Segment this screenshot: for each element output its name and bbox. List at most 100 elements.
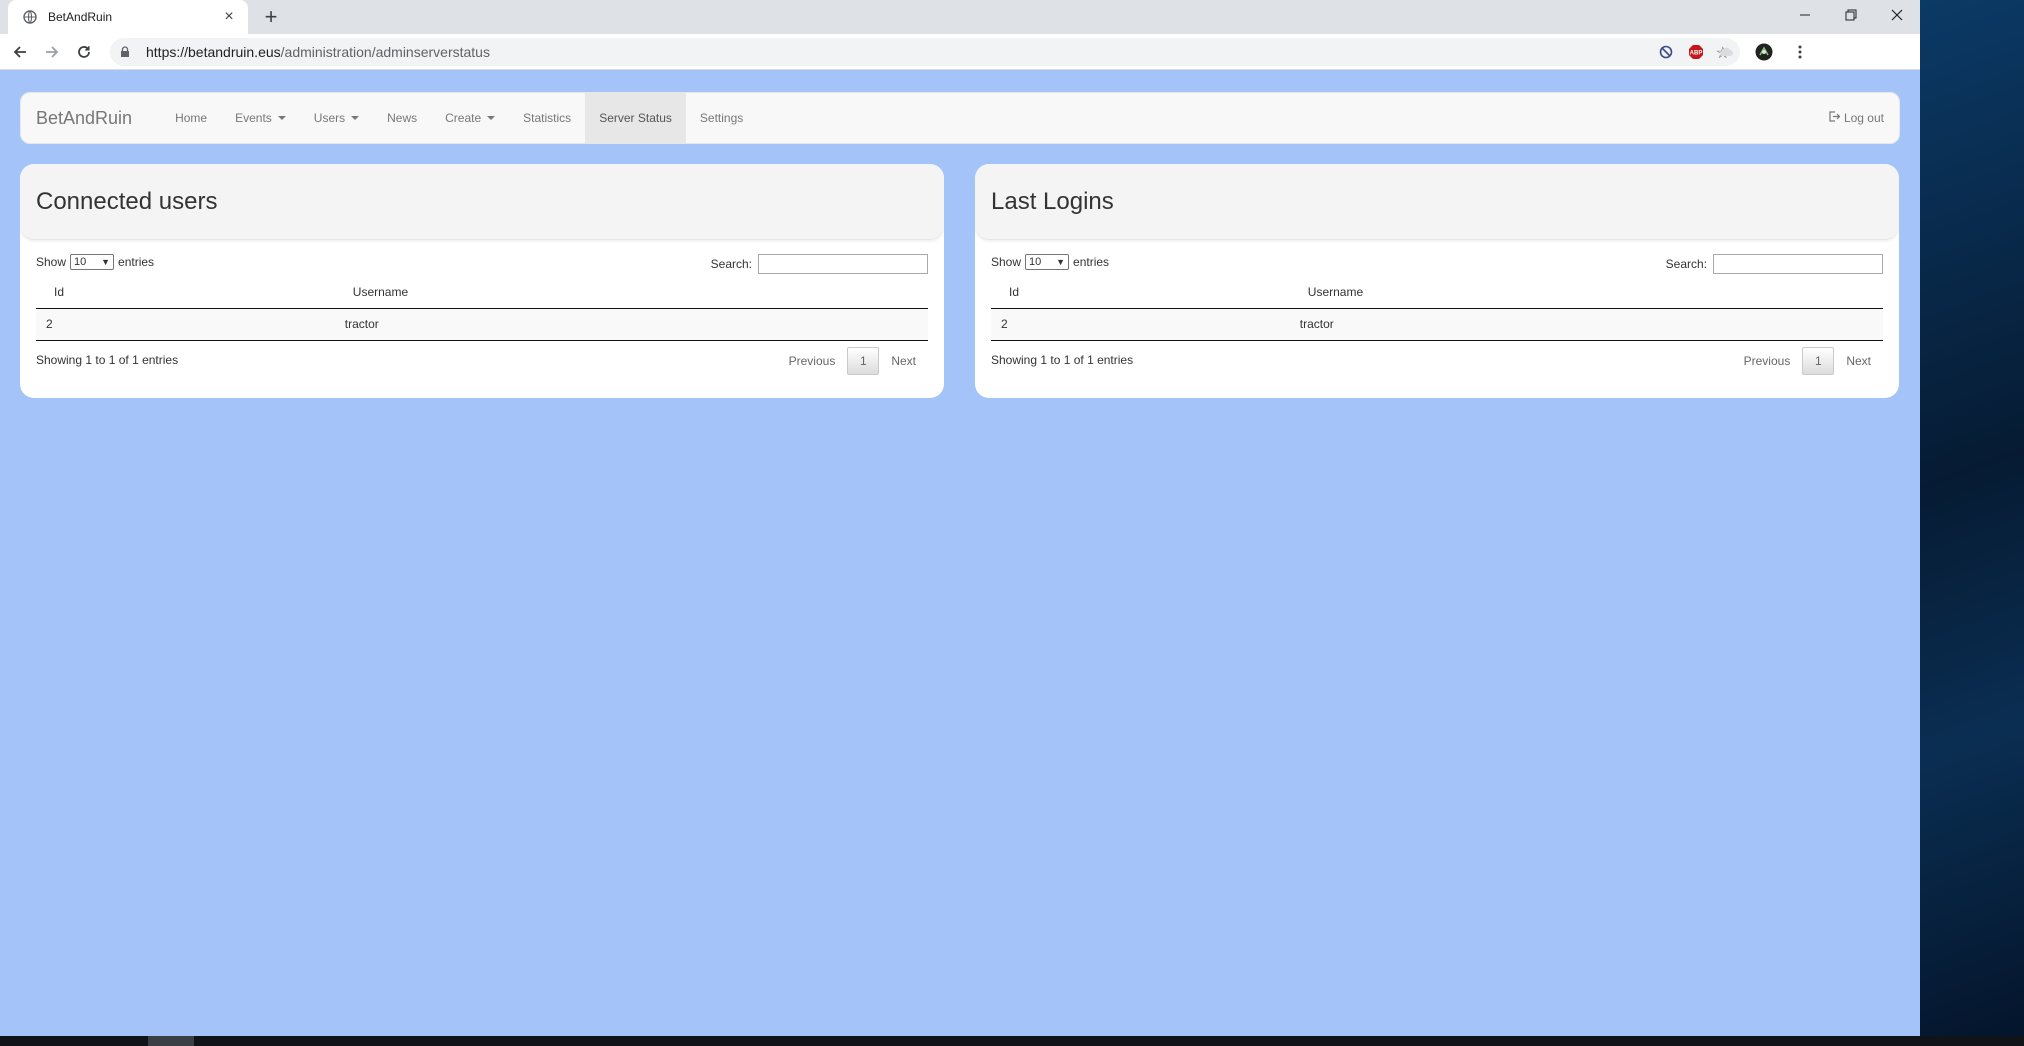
logout-link[interactable]: Log out [1815,93,1899,143]
nav-server-status[interactable]: Server Status [585,93,686,143]
forward-arrow-icon[interactable] [40,40,64,64]
table-row: 2 tractor [991,308,1883,341]
cell-username: tractor [1289,308,1883,341]
panel-title: Last Logins [991,187,1114,215]
page-1-button[interactable]: 1 [1802,346,1835,375]
url-text: https://betandruin.eus/administration/ad… [146,44,490,60]
tab-title: BetAndRuin [48,10,113,24]
cell-id: 2 [991,308,1290,341]
table-header-row: Id Username [991,276,1883,309]
search-input[interactable] [1713,254,1883,274]
show-label: Show [36,255,67,269]
block-extension-icon[interactable] [1656,42,1676,62]
panel-body: Show 10 ▼ entries Search: Id Username 2 … [20,240,944,375]
caret-down-icon [487,116,496,120]
entries-select-value: 10 [74,256,87,268]
column-header-id[interactable]: Id [991,276,1290,309]
browser-toolbar: https://betandruin.eus/administration/ad… [0,34,1920,70]
nav-events-dropdown[interactable]: Events [221,93,300,143]
search-label: Search: [1665,257,1707,271]
nav-statistics[interactable]: Statistics [509,93,585,143]
menu-kebab-icon[interactable] [1790,42,1810,62]
search-input[interactable] [758,254,928,274]
nav-news[interactable]: News [373,93,431,143]
nav-home[interactable]: Home [161,93,221,143]
table-header-row: Id Username [36,276,928,309]
restore-icon[interactable] [1828,0,1874,30]
nav-users-dropdown[interactable]: Users [300,93,373,143]
panel-title: Connected users [36,187,218,215]
table-row: 2 tractor [36,308,928,341]
globe-icon [22,9,38,25]
profile-avatar-icon[interactable] [1754,42,1774,62]
pagination: Previous 1 Next [1732,346,1883,375]
pagination: Previous 1 Next [777,346,928,375]
svg-text:ABP: ABP [1690,51,1703,57]
column-header-id[interactable]: Id [36,276,335,309]
page-content: BetAndRuin Home Events Users News Create… [0,70,1920,1036]
next-button[interactable]: Next [879,349,928,373]
entries-select[interactable]: 10 ▼ [1025,254,1070,270]
table-info: Showing 1 to 1 of 1 entries [991,352,1134,367]
connected-users-panel: Connected users Show 10 ▼ entries Search: [20,164,944,398]
panel-header: Connected users [20,164,944,240]
entries-label: entries [1073,255,1110,269]
back-arrow-icon[interactable] [8,40,32,64]
nav-create-dropdown[interactable]: Create [431,93,509,143]
entries-length: Show 10 ▼ entries [36,254,154,270]
cell-id: 2 [36,308,335,341]
entries-length: Show 10 ▼ entries [991,254,1109,270]
adblock-extension-icon[interactable]: ABP [1686,42,1706,62]
table-controls: Show 10 ▼ entries Search: [36,240,928,276]
connected-users-table: Id Username 2 tractor [36,276,928,341]
caret-down-icon [351,116,360,120]
search-label: Search: [710,257,752,271]
next-button[interactable]: Next [1834,349,1883,373]
cloud-extension-icon[interactable] [1716,42,1736,62]
nav-statistics-label: Statistics [523,111,572,125]
browser-tab[interactable]: BetAndRuin × [8,0,248,34]
close-window-icon[interactable] [1874,0,1920,30]
browser-window: BetAndRuin × + https://betandruin.eus/ad… [0,0,1920,1036]
new-tab-button[interactable]: + [258,4,284,30]
select-arrow-icon: ▼ [1056,257,1066,267]
cell-username: tractor [334,308,928,341]
nav-users-label: Users [313,111,346,125]
lock-icon [120,45,134,59]
panel-body: Show 10 ▼ entries Search: Id Username 2 … [975,240,1899,375]
reload-icon[interactable] [72,40,96,64]
brand-link[interactable]: BetAndRuin [21,93,147,143]
taskbar [0,1036,2024,1046]
last-logins-panel: Last Logins Show 10 ▼ entries Search: Id… [975,164,1899,398]
table-footer: Showing 1 to 1 of 1 entries Previous 1 N… [991,341,1883,375]
nav-server-status-label: Server Status [599,111,672,125]
entries-select-value: 10 [1029,256,1042,268]
previous-button[interactable]: Previous [1732,349,1803,373]
column-header-username[interactable]: Username [1289,276,1883,309]
column-header-username[interactable]: Username [334,276,928,309]
logout-icon [1829,111,1841,125]
url-host: https://betandruin.eus [146,44,281,60]
table-search: Search: [711,254,928,274]
address-bar[interactable]: https://betandruin.eus/administration/ad… [110,38,1740,66]
nav-home-label: Home [175,111,208,125]
nav-create-label: Create [445,111,482,125]
caret-down-icon [277,116,286,120]
nav-settings-label: Settings [699,111,744,125]
last-logins-table: Id Username 2 tractor [991,276,1883,341]
table-footer: Showing 1 to 1 of 1 entries Previous 1 N… [36,341,928,375]
table-info: Showing 1 to 1 of 1 entries [36,352,179,367]
close-tab-icon[interactable]: × [220,8,238,26]
logout-label: Log out [1843,111,1884,125]
show-label: Show [991,255,1022,269]
taskbar-active-item[interactable] [148,1036,194,1046]
entries-select[interactable]: 10 ▼ [70,254,115,270]
table-controls: Show 10 ▼ entries Search: [991,240,1883,276]
nav-settings[interactable]: Settings [686,93,757,143]
desktop-background [1920,0,2024,1046]
site-navbar: BetAndRuin Home Events Users News Create… [20,92,1900,144]
nav-news-label: News [387,111,418,125]
page-1-button[interactable]: 1 [847,346,880,375]
minimize-icon[interactable] [1782,0,1828,30]
previous-button[interactable]: Previous [777,349,848,373]
